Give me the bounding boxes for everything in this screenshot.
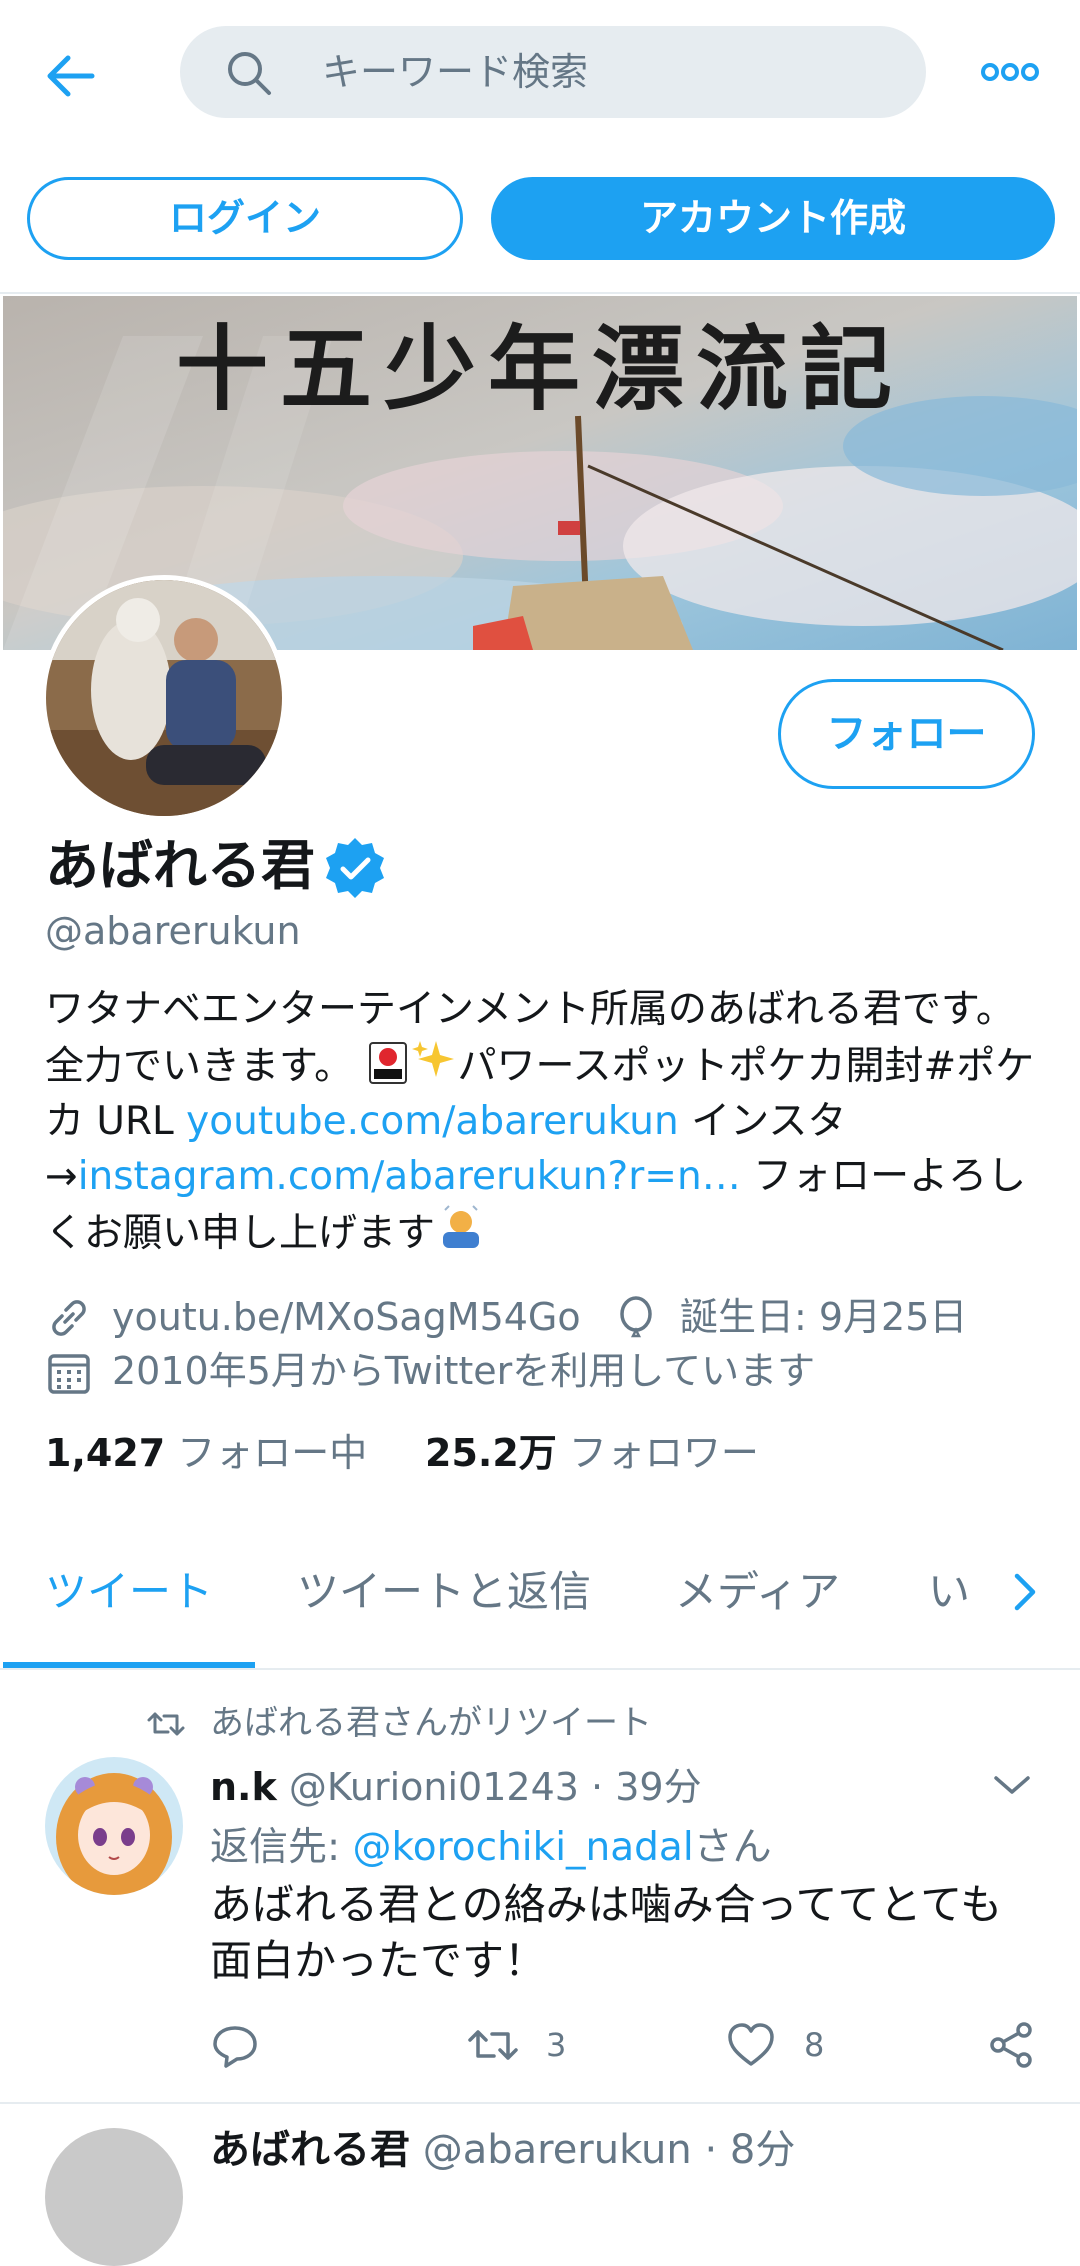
- tweet-reply-to: 返信先: @korochiki_nadalさん: [210, 1820, 772, 1876]
- active-tab-indicator: [3, 1662, 255, 1668]
- signup-button[interactable]: アカウント作成: [491, 177, 1055, 260]
- bio-instagram-link[interactable]: instagram.com/abarerukun?r=n…: [78, 1154, 741, 1199]
- following-label: フォロー中: [177, 1431, 368, 1475]
- header-divider: [0, 292, 1080, 294]
- followers-stat[interactable]: 25.2万 フォロワー: [425, 1425, 759, 1481]
- next-tweet-avatar[interactable]: [45, 2128, 183, 2266]
- follow-button[interactable]: フォロー: [778, 679, 1035, 789]
- next-tweet-author-handle: @abarerukun: [422, 2127, 692, 2173]
- tabs-scroll-right-button[interactable]: [1005, 1570, 1045, 1614]
- tab-tweets-replies[interactable]: ツイートと返信: [297, 1560, 591, 1624]
- balloon-icon: [612, 1294, 666, 1348]
- tweet-menu-button[interactable]: [990, 1770, 1034, 1800]
- retweet-icon: [468, 2030, 518, 2060]
- back-button[interactable]: [40, 44, 104, 108]
- tweet-time: 39分: [615, 1765, 702, 1809]
- retweet-button[interactable]: 3: [466, 2020, 576, 2070]
- tweet-author-avatar[interactable]: [45, 1757, 183, 1895]
- next-tweet-time: 8分: [729, 2127, 796, 2173]
- tweet-separator: ·: [591, 1765, 604, 1809]
- tweet-text: あばれる君との絡みは噛み合っててとても面白かったです！: [210, 1880, 1003, 1985]
- reply-suffix: さん: [693, 1825, 772, 1870]
- reply-button[interactable]: [210, 2020, 260, 2070]
- tab-media[interactable]: メディア: [675, 1560, 840, 1624]
- heart-icon: [728, 2023, 774, 2066]
- display-name: あばれる君: [45, 834, 315, 897]
- next-tweet-separator: ·: [704, 2127, 718, 2173]
- like-count: 8: [804, 2026, 825, 2064]
- sparkles-emoji-icon: [410, 1037, 458, 1085]
- profile-bio: ワタナベエンターテインメント所属のあばれる君です。 全力でいきます。 パワースポ…: [45, 982, 1045, 1261]
- following-count: 1,427: [45, 1431, 166, 1475]
- website-link[interactable]: youtu.be/MXoSagM54Go: [112, 1290, 581, 1344]
- tabs-divider: [0, 1668, 1080, 1670]
- verified-badge-icon: [323, 836, 387, 900]
- share-icon: [990, 2022, 1032, 2068]
- search-placeholder: キーワード検索: [322, 50, 589, 94]
- avatar-photo: [46, 580, 282, 816]
- tweet-author-line[interactable]: n.k @Kurioni01243 · 39分: [210, 1759, 702, 1815]
- link-icon: [45, 1294, 105, 1348]
- banner-title-text: 十五少年漂流記: [175, 315, 904, 423]
- tweet-author-handle: @Kurioni01243: [288, 1765, 579, 1809]
- retweet-context-text: あばれる君さんがリツイート: [210, 1703, 652, 1743]
- tab-tweets[interactable]: ツイート: [45, 1560, 213, 1624]
- flower-card-emoji-icon: [366, 1041, 410, 1085]
- search-input[interactable]: キーワード検索: [180, 26, 926, 118]
- followers-label: フォロワー: [568, 1431, 759, 1475]
- arrow-left-icon: [47, 55, 95, 97]
- bio-youtube-link[interactable]: youtube.com/abarerukun: [186, 1099, 679, 1144]
- login-button[interactable]: ログイン: [27, 177, 463, 260]
- bowing-person-emoji-icon: [435, 1204, 487, 1252]
- profile-avatar[interactable]: [41, 575, 287, 821]
- tab-likes[interactable]: い: [928, 1560, 970, 1624]
- tweet-author-name: n.k: [210, 1765, 277, 1809]
- reply-to-handle-link[interactable]: @korochiki_nadal: [353, 1825, 694, 1870]
- reply-icon: [213, 2026, 257, 2068]
- followers-count: 25.2万: [425, 1431, 557, 1475]
- chevron-down-icon: [994, 1776, 1030, 1794]
- next-tweet-author-name: あばれる君: [210, 2127, 410, 2173]
- like-button[interactable]: 8: [726, 2020, 836, 2070]
- chevron-right-icon: [1014, 1573, 1036, 1611]
- share-button[interactable]: [986, 2020, 1036, 2070]
- search-icon: [228, 52, 271, 95]
- more-button[interactable]: [980, 56, 1040, 88]
- following-stat[interactable]: 1,427 フォロー中: [45, 1425, 367, 1481]
- joined-date-text: 2010年5月からTwitterを利用しています: [112, 1349, 816, 1393]
- calendar-icon: [45, 1348, 99, 1402]
- birthday-text: 誕生日: 9月25日: [680, 1295, 968, 1339]
- next-tweet-author-line[interactable]: あばれる君 @abarerukun · 8分: [210, 2122, 795, 2178]
- profile-handle: @abarerukun: [45, 909, 301, 953]
- more-dots-icon: [981, 63, 1039, 81]
- anime-avatar-image: [45, 1757, 183, 1895]
- reply-prefix: 返信先:: [210, 1825, 353, 1870]
- tweet-divider: [0, 2102, 1080, 2104]
- retweet-context-icon: [146, 1706, 186, 1742]
- retweet-count: 3: [546, 2026, 567, 2064]
